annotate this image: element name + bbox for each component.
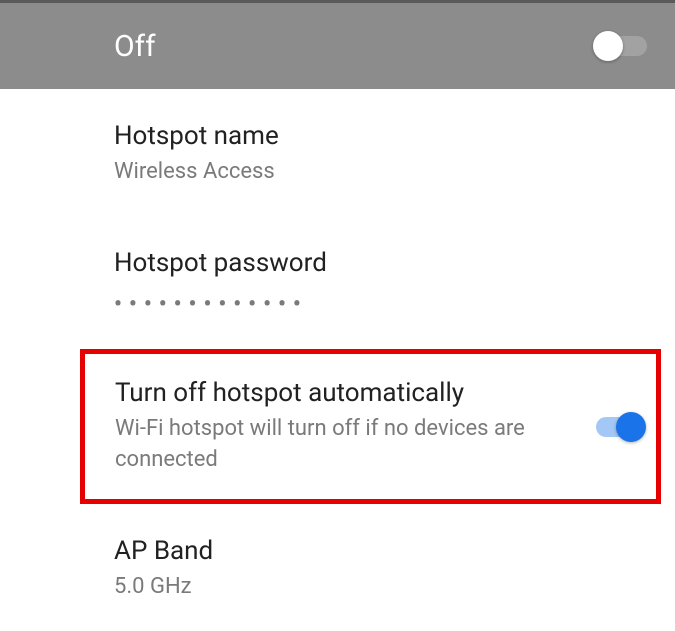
auto-off-toggle[interactable]: [596, 417, 642, 437]
hotspot-name-text: Hotspot name Wireless Access: [114, 121, 279, 188]
ap-band-value: 5.0 GHz: [114, 572, 213, 603]
hotspot-name-title: Hotspot name: [114, 121, 279, 151]
hotspot-master-toggle-row[interactable]: Off: [0, 3, 675, 89]
settings-list: Hotspot name Wireless Access Hotspot pas…: [0, 89, 675, 345]
hotspot-name-row[interactable]: Hotspot name Wireless Access: [114, 89, 647, 216]
toggle-knob: [593, 31, 623, 61]
hotspot-master-toggle[interactable]: [597, 36, 647, 56]
hotspot-password-text: Hotspot password •••••••••••••: [114, 248, 327, 317]
auto-off-title: Turn off hotspot automatically: [115, 378, 535, 408]
auto-off-text: Turn off hotspot automatically Wi-Fi hot…: [115, 378, 535, 476]
auto-off-row[interactable]: Turn off hotspot automatically Wi-Fi hot…: [115, 354, 642, 500]
hotspot-password-masked: •••••••••••••: [114, 292, 327, 317]
ap-band-row[interactable]: AP Band 5.0 GHz: [114, 504, 647, 631]
ap-band-text: AP Band 5.0 GHz: [114, 536, 213, 603]
auto-off-description: Wi-Fi hotspot will turn off if no device…: [115, 414, 535, 476]
ap-band-title: AP Band: [114, 536, 213, 566]
hotspot-name-value: Wireless Access: [114, 157, 279, 188]
settings-list-continued: AP Band 5.0 GHz: [0, 504, 675, 631]
hotspot-password-title: Hotspot password: [114, 248, 327, 278]
toggle-knob: [616, 412, 646, 442]
hotspot-password-row[interactable]: Hotspot password •••••••••••••: [114, 216, 647, 345]
hotspot-status-label: Off: [114, 29, 156, 64]
highlighted-setting-box: Turn off hotspot automatically Wi-Fi hot…: [80, 349, 661, 505]
